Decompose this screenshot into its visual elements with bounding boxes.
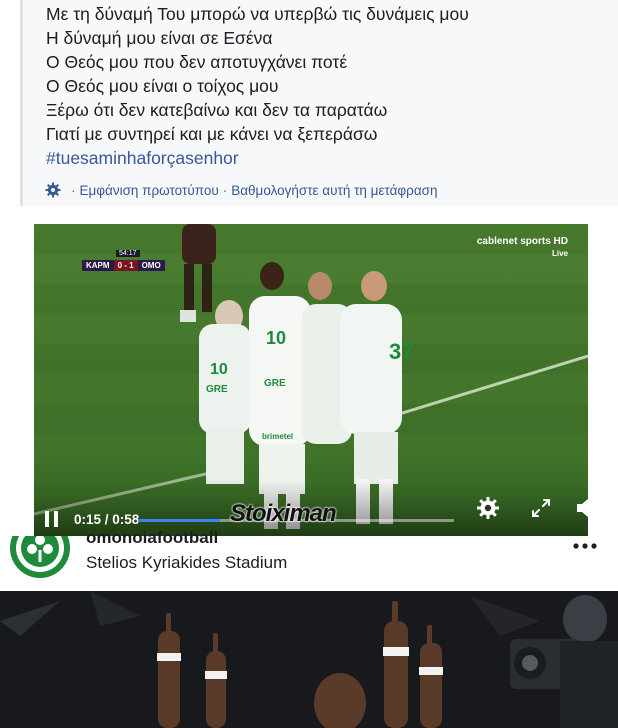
more-options-icon[interactable] [572,540,598,552]
away-team-label: ΟΜΟ [137,259,165,271]
sponsor-logo: Stoiximan [230,500,337,527]
svg-text:brimetel: brimetel [262,432,293,441]
post-line: Με τη δύναμή Του μπορώ να υπερβώ τις δυν… [46,4,469,24]
post-photo[interactable] [0,591,618,728]
home-team-label: ΚΑΡΜ [82,259,114,271]
post-line: Ξέρω ότι δεν κατεβαίνω και δεν τα παρατά… [46,100,388,120]
separator-dot: · [71,182,76,198]
page-avatar[interactable] [8,536,72,580]
svg-text:GRE: GRE [264,378,286,389]
svg-text:37: 37 [389,339,413,364]
post-line: Ο Θεός μου που δεν αποτυγχάνει ποτέ [46,52,348,72]
hashtag-link[interactable]: #tuesaminhaforçasenhor [46,147,239,169]
scoreboard: ΚΑΡΜ 0 - 1 ΟΜΟ [82,258,165,272]
post-line: Ο Θεός μου είναι ο τοίχος μου [46,76,279,96]
svg-text:GRE: GRE [206,384,228,395]
video-time: 0:15 / 0:58 [74,512,140,527]
broadcaster-logo: cablenet sports HD Live [477,236,568,260]
page-name[interactable]: omonoiafootball [86,528,218,548]
volume-muted-icon[interactable] [574,495,588,521]
broadcaster-name: cablenet sports HD [476,236,568,247]
match-clock: 54:17 [116,250,140,257]
rate-translation-link[interactable]: Βαθμολογήστε αυτή τη μετάφραση [231,183,437,198]
separator-dot: · [222,182,228,198]
translation-settings-icon[interactable] [45,182,61,198]
video-progress-fill [138,519,221,522]
video-player[interactable]: 37 10 10 GRE GRE brimetel 54:17 ΚΑΡΜ 0 -… [34,224,588,536]
settings-gear-icon[interactable] [476,496,500,520]
post-line: Γιατί με συντηρεί και με κάνει να ξεπερά… [46,124,378,144]
pause-icon[interactable] [44,510,60,528]
fullscreen-icon[interactable] [531,498,551,518]
live-label: Live [551,249,568,258]
post-line: Η δύναμή μου είναι σε Εσένα [46,28,273,48]
post-location[interactable]: Stelios Kyriakides Stadium [86,553,287,573]
score-label: 0 - 1 [113,259,138,271]
translation-bar: · Εμφάνιση πρωτοτύπου · Βαθμολογήστε αυτ… [45,179,438,201]
svg-text:10: 10 [210,361,228,378]
post-text-block: Με τη δύναμή Του μπορώ να υπερβώ τις δυν… [20,0,618,206]
see-original-link[interactable]: Εμφάνιση πρωτοτύπου [80,183,219,198]
svg-text:10: 10 [266,328,286,348]
next-post-card: omonoiafootball Stelios Kyriakides Stadi… [0,528,618,728]
